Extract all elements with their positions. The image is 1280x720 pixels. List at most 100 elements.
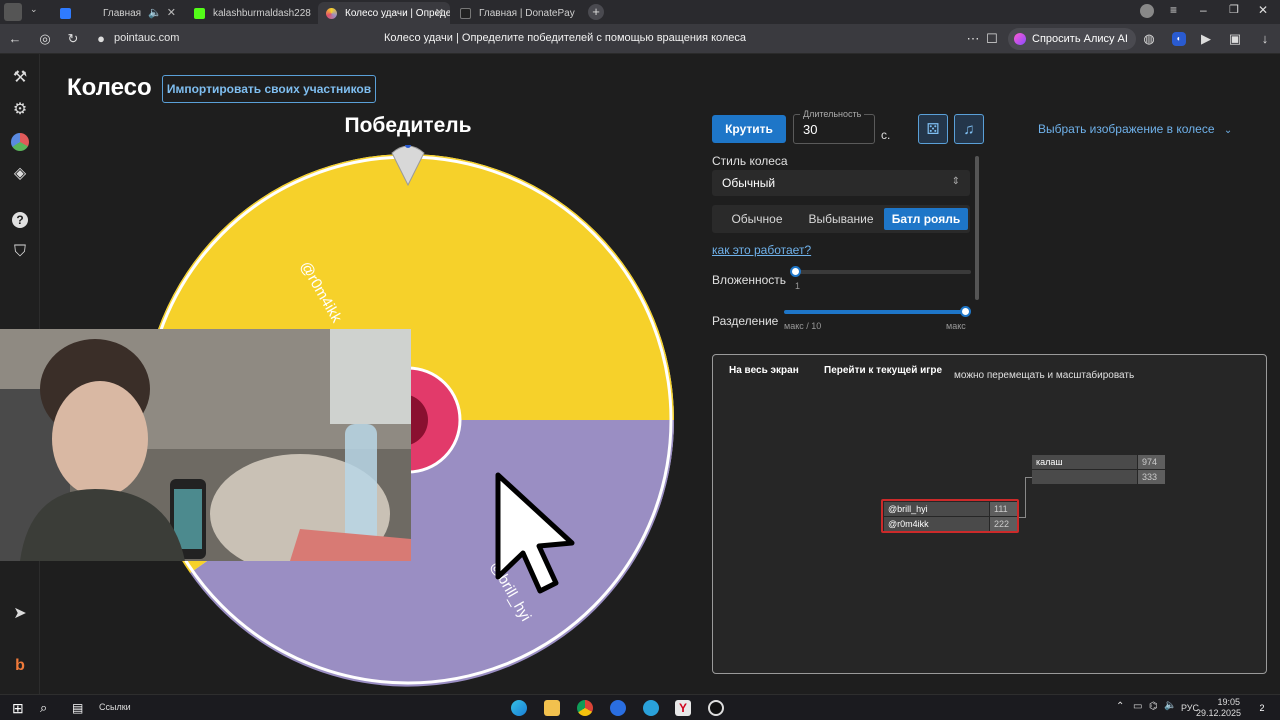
bracket-name: @r0m4ikk [884,517,989,531]
import-participants-button[interactable]: Импортировать своих участников [162,75,376,103]
webcam-image [0,329,411,561]
nesting-slider-thumb[interactable] [790,266,801,277]
volume-icon[interactable]: 🔈 [1164,700,1176,711]
tab-kick[interactable]: kalashburmaldash228 Stre [186,2,314,24]
minimize-icon[interactable]: – [1200,3,1207,17]
url-field[interactable]: pointauc.com [114,32,179,44]
menu-icon[interactable]: ≡ [1170,3,1177,17]
split-max-label: макс [946,321,966,331]
spin-button[interactable]: Крутить [712,115,786,143]
duration-value[interactable]: 30 [803,122,817,137]
bracket-row: 333 [1032,470,1165,484]
mode-normal[interactable]: Обычное [715,208,799,230]
battle-bracket-panel[interactable]: На весь экран Перейти к текущей игре мож… [712,354,1267,674]
clock-time: 19:05 [1217,697,1240,707]
chrome-icon[interactable] [577,700,593,716]
checkmark-app-icon[interactable] [610,700,626,716]
help-icon[interactable]: ? [10,210,30,230]
music-button[interactable]: ♫ [954,114,984,144]
extension-icon[interactable]: ◐ [1172,32,1186,46]
tabs-menu-icon[interactable]: ⌄ [30,4,44,20]
notifications-count: 2 [1259,703,1265,713]
globe-icon[interactable]: ◍ [1142,32,1156,46]
edge-icon[interactable] [511,700,527,716]
random-dice-button[interactable]: ⚄ [918,114,948,144]
wheel-style-value: Обычный [722,176,776,190]
boosty-icon[interactable]: b [10,656,30,676]
back-icon[interactable]: ← [8,32,22,46]
more-icon[interactable]: ⋯ [966,32,980,46]
windows-taskbar: ⊞ ⌕ ▤ Ссылки Y ⌃ ▭ ⌬ 🔈 РУС 19:05 29.12.2… [0,694,1280,720]
wheel-mode-toggle: Обычное Выбывание Батл рояль [712,205,970,233]
duration-label: Длительность [800,109,865,119]
how-it-works-link[interactable]: как это работает? [712,243,811,257]
telegram-app-icon[interactable] [643,700,659,716]
gear-icon[interactable]: ⚙ [10,100,30,120]
nesting-slider[interactable] [795,270,971,274]
mode-elimination[interactable]: Выбывание [799,208,883,230]
controls-scrollbar[interactable] [975,156,979,300]
notifications-icon[interactable]: 2 [1254,700,1270,716]
split-slider[interactable] [784,310,966,314]
close-tab-icon[interactable]: ✕ [435,6,444,19]
tab-donatepay[interactable]: Главная | DonatePay [452,2,582,24]
tab-favicon [60,7,71,19]
tab-label: kalashburmaldash228 Stre [213,7,314,19]
alice-button[interactable]: Спросить Алису AI [1008,28,1136,50]
task-view-icon[interactable]: ▤ [72,700,88,716]
profile-avatar-icon[interactable] [1140,4,1154,18]
bracket-row: калаш 974 [1032,455,1165,469]
tab-home[interactable]: Главная 🔈 ✕ [52,2,182,24]
bracket-hint: можно перемещать и масштабировать [954,370,1135,381]
yandex-browser-icon[interactable]: Y [675,700,691,716]
bracket-name [1032,470,1137,484]
webcam-overlay [0,329,411,561]
tray-chevron-icon[interactable]: ⌃ [1116,701,1124,712]
shield-icon[interactable]: ⛉ [10,242,30,262]
gavel-icon[interactable]: ⚒ [10,68,30,88]
chevron-down-icon: ⌄ [1223,125,1233,136]
wheel-image-select[interactable]: Выбрать изображение в колесе ⌄ [1038,122,1232,136]
tab-wheel[interactable]: Колесо удачи | Опреде ✕ [318,2,450,24]
wheel-icon[interactable] [10,132,30,152]
split-slider-thumb[interactable] [960,306,971,317]
downloads-icon[interactable]: ↓ [1258,32,1272,46]
windows-start-icon[interactable]: ⊞ [12,700,28,716]
select-arrows-icon: ⇕ [951,176,960,187]
go-to-current-game-button[interactable]: Перейти к текущей игре [824,365,942,376]
alice-label: Спросить Алису AI [1032,33,1128,45]
new-tab-button[interactable]: + [588,4,604,20]
mute-icon[interactable]: 🔈 [148,6,162,19]
duration-unit: с. [881,128,891,142]
split-label: Разделение [712,314,779,328]
fullscreen-button[interactable]: На весь экран [729,365,799,376]
bracket-connector [1025,477,1032,478]
mode-battle-royale[interactable]: Батл рояль [884,208,968,230]
reload-icon[interactable]: ↻ [66,32,80,46]
obs-icon[interactable] [708,700,724,716]
address-bar: ← ◎ ↻ ● pointauc.com Колесо удачи | Опре… [0,24,1280,54]
site-info-icon[interactable]: ● [94,32,108,46]
collections-icon[interactable]: ▣ [1228,32,1242,46]
tab-label: Главная [103,7,142,19]
telegram-icon[interactable]: ➤ [10,604,30,624]
play-icon[interactable]: ▶ [1199,32,1213,46]
restore-icon[interactable]: ❐ [1229,3,1239,16]
links-toolbar[interactable]: Ссылки [99,702,131,712]
close-window-icon[interactable]: ✕ [1258,3,1268,17]
network-icon[interactable]: ⌬ [1149,701,1158,712]
wheel-style-label: Стиль колеса [712,154,788,168]
layers-icon[interactable]: ◈ [10,164,30,184]
wheel-image-select-label: Выбрать изображение в колесе [1038,122,1215,136]
clock-date: 29.12.2025 [1196,708,1242,718]
wheel-style-select[interactable]: Обычный ⇕ [712,170,970,196]
bookmark-icon[interactable]: ☐ [985,32,999,46]
bracket-connector [1025,477,1026,518]
protect-icon[interactable]: ◎ [38,32,52,46]
close-tab-icon[interactable]: ✕ [167,6,176,19]
search-icon[interactable]: ⌕ [40,700,56,716]
sidebar-toggle-icon[interactable] [4,3,22,21]
tray-app-icon[interactable]: ▭ [1133,701,1142,712]
nesting-value: 1 [795,281,801,291]
folder-icon[interactable] [544,700,560,716]
